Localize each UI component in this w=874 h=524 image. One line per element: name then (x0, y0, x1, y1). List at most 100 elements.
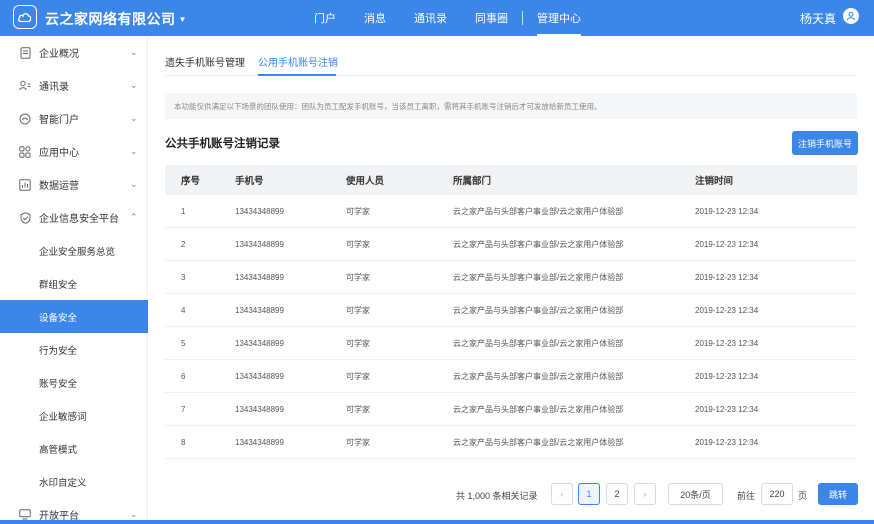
cell-index: 3 (181, 272, 186, 282)
cell-department: 云之家产品与头部客户事业部/云之家用户体验部 (453, 239, 624, 249)
sidebar-item-label: 智能门户 (39, 115, 79, 126)
sidebar-subitem-behavior-security[interactable]: 行为安全 (0, 333, 148, 366)
tab-public-phone-deregister[interactable]: 公用手机账号注销 (258, 54, 338, 69)
nav-portal[interactable]: 门户 (314, 0, 336, 36)
cell-phone: 13434348899 (235, 206, 284, 216)
sidebar-subitem-label: 企业敏感词 (39, 411, 87, 423)
shield-icon (19, 211, 31, 224)
page-unit-label: 页 (798, 491, 808, 501)
cloud-logo-icon[interactable] (13, 5, 37, 29)
apps-icon (19, 145, 31, 158)
table-row: 1 13434348899 可学家 云之家产品与头部客户事业部/云之家用户体验部 201… (165, 195, 857, 228)
section-title: 公共手机账号注销记录 (165, 138, 280, 150)
chevron-down-icon: ⌄ (130, 113, 138, 123)
sidebar-item-security-platform[interactable]: 企业信息安全平台 ⌃ (0, 201, 148, 234)
chevron-down-icon: ⌄ (130, 509, 138, 519)
sidebar-subitem-device-security[interactable]: 设备安全 (0, 300, 148, 333)
sidebar-subitem-executive-mode[interactable]: 高管模式 (0, 432, 148, 465)
sidebar-subitem-watermark[interactable]: 水印自定义 (0, 465, 148, 498)
table-row: 4 13434348899 可学家 云之家产品与头部客户事业部/云之家用户体验部 201… (165, 294, 857, 327)
cell-department: 云之家产品与头部客户事业部/云之家用户体验部 (453, 437, 624, 447)
nav-messages[interactable]: 消息 (364, 0, 386, 36)
contacts-icon (19, 80, 31, 92)
pagination-page-2[interactable]: 2 (606, 483, 628, 505)
cell-index: 5 (181, 338, 186, 348)
cell-index: 2 (181, 239, 186, 249)
cell-user: 可学家 (346, 404, 370, 414)
sidebar-subitem-group-security[interactable]: 群组安全 (0, 267, 148, 300)
cell-department: 云之家产品与头部客户事业部/云之家用户体验部 (453, 272, 624, 282)
nav-admin-center[interactable]: 管理中心 (537, 0, 581, 36)
sidebar-subitem-label: 企业安全服务总览 (39, 246, 116, 258)
sidebar-subitem-sensitive-words[interactable]: 企业敏感词 (0, 399, 148, 432)
sidebar-subitem-security-overview[interactable]: 企业安全服务总览 (0, 234, 148, 267)
table-row: 6 13434348899 可学家 云之家产品与头部客户事业部/云之家用户体验部 201… (165, 360, 857, 393)
top-header: 云之家网络有限公司 ▼ 门户 消息 通讯录 同事圈 管理中心 杨天真 (0, 0, 874, 36)
pagination-next-button[interactable]: › (634, 483, 656, 505)
sidebar-item-label: 数据运营 (39, 181, 79, 192)
document-icon (19, 46, 31, 59)
tab-lost-phone-accounts[interactable]: 遗失手机账号管理 (165, 54, 245, 69)
goto-label: 前往 (737, 491, 756, 501)
user-name[interactable]: 杨天真 (800, 10, 836, 27)
sidebar-item-app-center[interactable]: 应用中心 ⌄ (0, 135, 148, 168)
user-avatar-icon[interactable] (843, 8, 859, 24)
column-header-user: 使用人员 (346, 176, 385, 187)
cell-deregister-time: 2019-12-23 12:34 (695, 272, 759, 282)
table-body: 1 13434348899 可学家 云之家产品与头部客户事业部/云之家用户体验部 201… (165, 195, 857, 459)
cell-deregister-time: 2019-12-23 12:34 (695, 404, 759, 414)
cell-department: 云之家产品与头部客户事业部/云之家用户体验部 (453, 305, 624, 315)
records-table: 序号 手机号 使用人员 所属部门 注销时间 1 13434348899 可学家 云之家… (165, 165, 857, 459)
pagination-page-1[interactable]: 1 (578, 483, 600, 505)
goto-button[interactable]: 跳转 (818, 483, 858, 505)
cell-deregister-time: 2019-12-23 12:34 (695, 437, 759, 447)
cell-phone: 13434348899 (235, 239, 284, 249)
sidebar-item-label: 企业信息安全平台 (39, 214, 119, 225)
cell-deregister-time: 2019-12-23 12:34 (695, 371, 759, 381)
cell-phone: 13434348899 (235, 305, 284, 315)
sidebar-subitem-label: 账号安全 (39, 378, 78, 390)
chevron-down-icon: ⌄ (130, 179, 138, 189)
cell-phone: 13434348899 (235, 437, 284, 447)
sidebar-item-contacts[interactable]: 通讯录 ⌄ (0, 69, 148, 102)
cell-index: 7 (181, 404, 186, 414)
cell-phone: 13434348899 (235, 338, 284, 348)
cell-deregister-time: 2019-12-23 12:34 (695, 206, 759, 216)
nav-contacts[interactable]: 通讯录 (414, 0, 447, 36)
table-row: 2 13434348899 可学家 云之家产品与头部客户事业部/云之家用户体验部 201… (165, 228, 857, 261)
deregister-phone-button[interactable]: 注销手机账号 (792, 131, 858, 155)
table-row: 5 13434348899 可学家 云之家产品与头部客户事业部/云之家用户体验部 201… (165, 327, 857, 360)
cell-department: 云之家产品与头部客户事业部/云之家用户体验部 (453, 206, 624, 216)
goto-page-input[interactable]: 220 (761, 483, 793, 505)
cell-index: 6 (181, 371, 186, 381)
table-header: 序号 手机号 使用人员 所属部门 注销时间 (165, 165, 857, 195)
sidebar-item-label: 应用中心 (39, 148, 79, 159)
sidebar-subitem-label: 高管模式 (39, 444, 78, 456)
sidebar-item-overview[interactable]: 企业概况 ⌄ (0, 36, 148, 69)
cell-user: 可学家 (346, 338, 370, 348)
bottom-accent-bar (0, 520, 874, 524)
sidebar-subitem-label: 水印自定义 (39, 477, 87, 489)
chevron-down-icon: ⌄ (130, 47, 138, 57)
nav-colleagues[interactable]: 同事圈 (475, 0, 508, 36)
cell-index: 4 (181, 305, 186, 315)
chart-icon (19, 178, 31, 191)
cell-deregister-time: 2019-12-23 12:34 (695, 338, 759, 348)
cell-deregister-time: 2019-12-23 12:34 (695, 305, 759, 315)
chevron-up-icon: ⌃ (130, 212, 138, 222)
company-name: 云之家网络有限公司 (45, 11, 176, 27)
column-header-phone: 手机号 (235, 176, 264, 187)
sidebar-item-portal[interactable]: 智能门户 ⌄ (0, 102, 148, 135)
page-size-select[interactable]: 20条/页 (668, 483, 723, 505)
table-row: 3 13434348899 可学家 云之家产品与头部客户事业部/云之家用户体验部 201… (165, 261, 857, 294)
sidebar-item-data-ops[interactable]: 数据运营 ⌄ (0, 168, 148, 201)
column-header-department: 所属部门 (453, 176, 492, 187)
cell-index: 8 (181, 437, 186, 447)
cell-user: 可学家 (346, 371, 370, 381)
cell-department: 云之家产品与头部客户事业部/云之家用户体验部 (453, 338, 624, 348)
sidebar-subitem-account-security[interactable]: 账号安全 (0, 366, 148, 399)
company-switcher[interactable]: 云之家网络有限公司 ▼ (45, 9, 187, 29)
sidebar-item-label: 通讯录 (39, 82, 69, 93)
pagination-prev-button[interactable]: ‹ (551, 483, 573, 505)
chevron-down-icon: ⌄ (130, 146, 138, 156)
